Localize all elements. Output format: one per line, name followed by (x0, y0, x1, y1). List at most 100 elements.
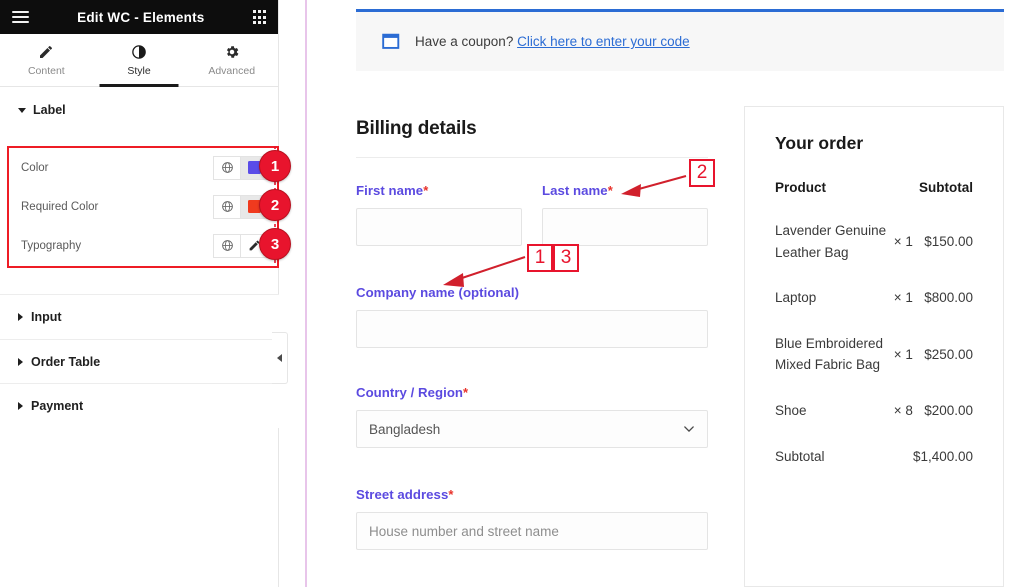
label-controls-group: Color Required Color Typography (7, 146, 279, 268)
control-label-required-color: Required Color (21, 200, 99, 213)
chevron-right-icon (18, 313, 23, 321)
sidebar-item-payment[interactable]: Payment (0, 383, 279, 428)
sidebar-item-order-table[interactable]: Order Table (0, 339, 279, 384)
editor-tabs: Content Style Advanced (0, 34, 278, 87)
globe-icon[interactable] (213, 155, 240, 180)
globe-icon[interactable] (213, 233, 240, 258)
pencil-icon (40, 45, 53, 58)
editor-panel: Edit WC - Elements Content Style Advance… (0, 0, 279, 587)
order-col-subtotal: Subtotal (919, 180, 973, 195)
required-asterisk: * (448, 487, 454, 502)
order-table: Product Subtotal Lavender Genuine Leathe… (775, 180, 973, 491)
panel-collapse-handle[interactable] (272, 332, 288, 384)
country-select-wrapper (356, 410, 708, 448)
last-name-input[interactable] (542, 208, 708, 246)
first-name-field-group: First name* (356, 183, 522, 246)
tab-advanced[interactable]: Advanced (185, 34, 278, 86)
hamburger-icon[interactable] (12, 10, 29, 24)
globe-icon[interactable] (213, 194, 240, 219)
street-address-input[interactable] (356, 512, 708, 550)
order-col-product: Product (775, 180, 827, 195)
annotation-number: 3 (560, 247, 572, 268)
order-item-name: Shoe (775, 402, 807, 418)
annotation-marker-1: 1 (527, 244, 553, 272)
coupon-link[interactable]: Click here to enter your code (517, 34, 690, 49)
first-name-label: First name* (356, 183, 522, 198)
order-item-subtotal: $200.00 (924, 402, 973, 418)
required-asterisk: * (607, 183, 613, 198)
table-row: Shoe × 8 $200.00 (775, 400, 973, 446)
chevron-right-icon (18, 402, 23, 410)
country-field-group: Country / Region* (356, 385, 708, 448)
annotation-number: 3 (270, 235, 280, 253)
table-row: Laptop × 1 $800.00 (775, 287, 973, 333)
screenshot-root: Edit WC - Elements Content Style Advance… (0, 0, 1024, 587)
required-asterisk: * (463, 385, 469, 400)
annotation-marker-2: 2 (689, 159, 715, 187)
company-name-label: Company name (optional) (356, 285, 520, 300)
contrast-half-circle-icon (132, 44, 146, 59)
page-title: Edit WC - Elements (77, 9, 205, 25)
street-address-label-text: Street address (356, 487, 449, 502)
section-label-title: Label (33, 103, 66, 117)
order-subtotal-value: $1,400.00 (912, 448, 973, 464)
order-item-qty: × 1 (893, 290, 913, 306)
order-item-subtotal: $150.00 (924, 233, 973, 249)
order-item-qty: × 1 (893, 233, 913, 249)
tab-advanced-label: Advanced (208, 64, 256, 77)
order-item-name: Laptop (775, 290, 817, 306)
section-header-label[interactable]: Label (0, 87, 278, 129)
order-subtotal-row: Subtotal $1,400.00 (775, 446, 973, 492)
annotation-number: 1 (534, 247, 546, 268)
country-region-label: Country / Region* (356, 385, 708, 400)
country-region-label-text: Country / Region (356, 385, 464, 400)
company-name-input[interactable] (356, 310, 708, 348)
billing-title: Billing details (356, 118, 477, 139)
panel-divider (305, 0, 307, 587)
order-subtotal-label: Subtotal (775, 448, 825, 464)
order-summary-panel: Your order Product Subtotal Lavender Gen… (744, 106, 1004, 587)
first-name-input[interactable] (356, 208, 522, 246)
chevron-left-icon (277, 354, 282, 362)
name-fields-row: First name* Last name* (356, 183, 708, 246)
annotation-marker-3: 3 (553, 244, 579, 272)
sidebar-item-input[interactable]: Input (0, 294, 279, 339)
sidebar-item-label: Payment (31, 399, 84, 413)
sidebar-item-label: Input (31, 310, 62, 324)
checkout-preview: Have a coupon? Click here to enter your … (310, 0, 1024, 587)
grid-icon[interactable] (252, 10, 266, 24)
country-region-select[interactable] (356, 410, 708, 448)
billing-divider (356, 157, 708, 158)
annotation-number: 2 (696, 162, 708, 183)
order-summary-title: Your order (775, 133, 864, 153)
coupon-tag-icon (382, 33, 400, 49)
order-item-qty: × 8 (893, 402, 913, 418)
first-name-label-text: First name (356, 183, 424, 198)
tab-content[interactable]: Content (0, 34, 93, 86)
control-label-typography: Typography (21, 239, 82, 252)
company-field-group: Company name (optional) (356, 285, 708, 348)
tab-style[interactable]: Style (93, 34, 186, 86)
annotation-badge-3: 3 (259, 228, 291, 260)
last-name-field-group: Last name* (542, 183, 708, 246)
chevron-down-icon (18, 107, 26, 113)
coupon-notice: Have a coupon? Click here to enter your … (356, 9, 1004, 71)
coupon-text: Have a coupon? Click here to enter your … (415, 34, 690, 49)
order-item-subtotal: $250.00 (924, 346, 973, 362)
annotation-badge-1: 1 (259, 150, 291, 182)
control-row-color: Color (9, 148, 277, 187)
annotation-number: 1 (270, 157, 280, 175)
order-item-name: Blue Embroidered Mixed Fabric Bag (775, 335, 884, 373)
billing-section: Billing details (356, 118, 708, 158)
annotation-badge-2: 2 (259, 189, 291, 221)
required-asterisk: * (423, 183, 429, 198)
annotation-number: 2 (270, 196, 280, 214)
control-row-typography: Typography (9, 226, 277, 265)
order-item-qty: × 1 (893, 346, 913, 362)
street-address-label: Street address* (356, 487, 708, 502)
last-name-label: Last name* (542, 183, 708, 198)
order-item-subtotal: $800.00 (924, 290, 973, 306)
table-row: Blue Embroidered Mixed Fabric Bag × 1 $2… (775, 333, 973, 400)
editor-header: Edit WC - Elements (0, 0, 278, 34)
control-label-color: Color (21, 161, 49, 174)
